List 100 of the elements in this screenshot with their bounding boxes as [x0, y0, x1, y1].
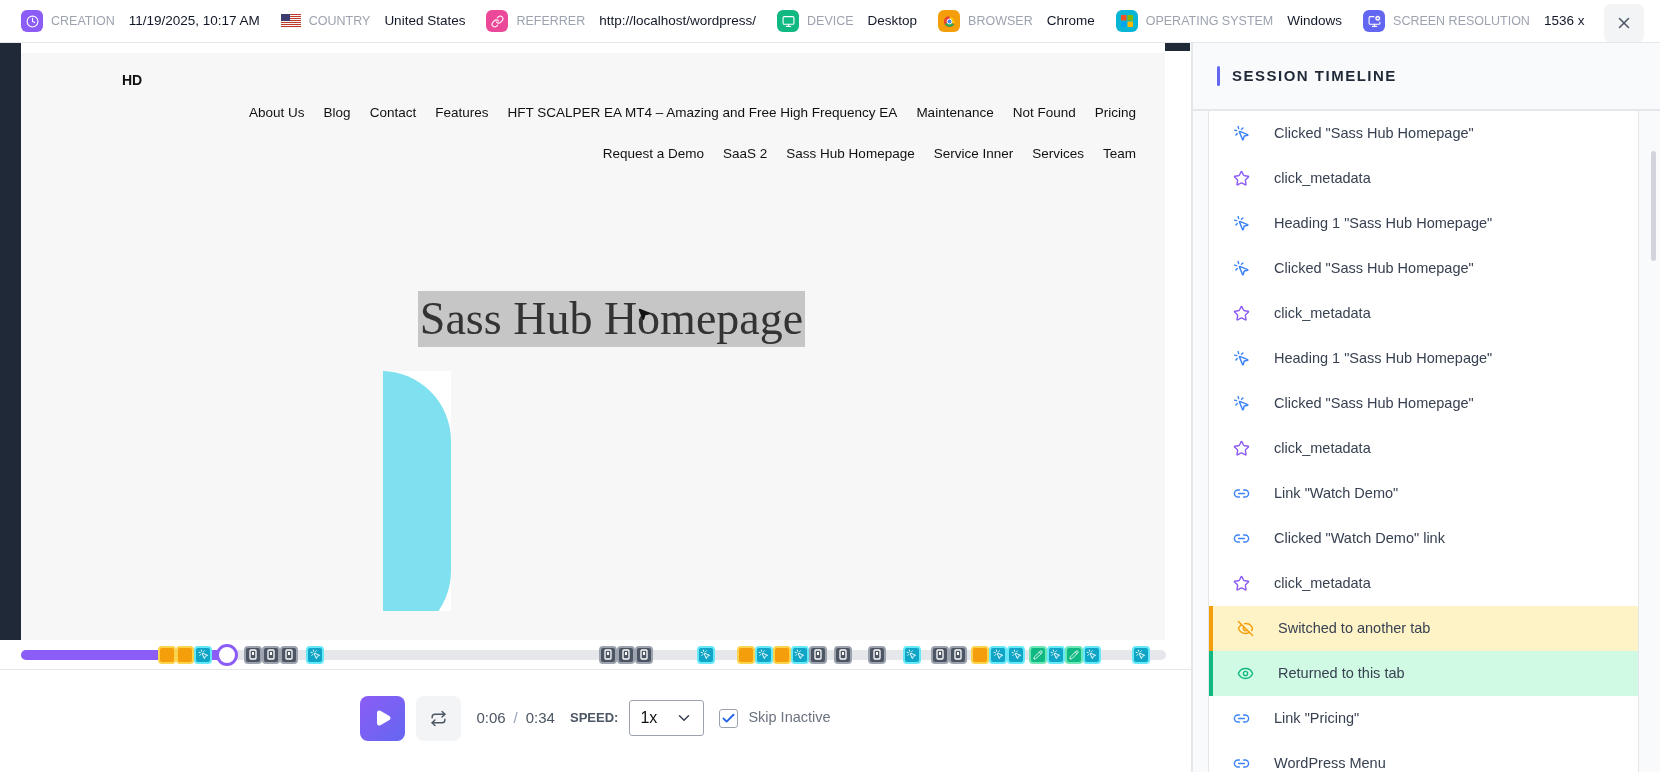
timeline-event[interactable]: click_metadata: [1209, 156, 1638, 201]
info-value: 11/19/2025, 10:17 AM: [128, 11, 260, 30]
timeline-marker[interactable]: [599, 645, 618, 664]
page-heading: Sass Hub Homepage: [417, 290, 806, 347]
cursor-click-icon: [1233, 395, 1250, 412]
cursor-click-icon: [1233, 125, 1250, 142]
rectangle-icon: [954, 649, 963, 660]
total-time: 0:34: [525, 707, 555, 728]
timeline-marker[interactable]: [833, 645, 852, 664]
timeline-marker[interactable]: [194, 645, 213, 664]
timeline-marker[interactable]: [696, 645, 715, 664]
timeline-marker[interactable]: [280, 645, 299, 664]
nav-link[interactable]: Service Inner: [933, 144, 1014, 165]
timeline-marker[interactable]: [736, 645, 755, 664]
info-label: REFERRER: [516, 12, 586, 30]
close-button[interactable]: [1604, 4, 1644, 42]
timeline-event[interactable]: Heading 1 "Sass Hub Homepage": [1209, 336, 1638, 381]
timeline-event[interactable]: Switched to another tab: [1209, 606, 1638, 651]
dark-block: [1165, 43, 1190, 51]
cursor-click-icon: [1233, 215, 1250, 232]
cursor-click-icon: [1050, 649, 1062, 660]
timeline-marker[interactable]: [868, 645, 887, 664]
nav-link[interactable]: Pricing: [1094, 103, 1136, 124]
timeline-event[interactable]: click_metadata: [1209, 561, 1638, 606]
timeline-marker[interactable]: [989, 645, 1008, 664]
timeline-marker[interactable]: [617, 645, 636, 664]
cursor-icon: [637, 307, 651, 321]
timeline-marker[interactable]: [158, 645, 177, 664]
timeline-marker[interactable]: [902, 645, 921, 664]
scrollbar[interactable]: [1651, 151, 1656, 261]
timeline-event[interactable]: click_metadata: [1209, 426, 1638, 471]
progress-thumb[interactable]: [216, 643, 239, 666]
eye-off-icon: [1237, 620, 1254, 637]
timeline-event[interactable]: Link "Pricing": [1209, 696, 1638, 741]
info-value: United States: [384, 11, 466, 30]
cursor-click-icon: [758, 649, 770, 660]
skip-inactive-label: Skip Inactive: [748, 708, 831, 728]
timeline-marker[interactable]: [635, 645, 654, 664]
info-value: Chrome: [1046, 11, 1095, 30]
timeline-marker[interactable]: [244, 645, 263, 664]
nav-link[interactable]: Features: [435, 103, 489, 124]
timeline-event[interactable]: Returned to this tab: [1209, 651, 1638, 696]
timeline-marker[interactable]: [808, 645, 827, 664]
rectangle-icon: [873, 649, 882, 660]
timeline-marker[interactable]: [1131, 645, 1150, 664]
rectangle-icon: [285, 649, 294, 660]
screen-icon: [1363, 10, 1386, 32]
repeat-button[interactable]: [416, 695, 462, 741]
timeline-marker[interactable]: [1082, 645, 1101, 664]
speed-select[interactable]: 1x: [629, 700, 705, 736]
timeline-marker[interactable]: [262, 645, 281, 664]
info-label: SCREEN RESOLUTION: [1393, 12, 1530, 30]
info-value: Windows: [1287, 11, 1343, 30]
cursor-click-icon: [1233, 260, 1250, 277]
timeline-event[interactable]: Clicked "Sass Hub Homepage": [1209, 111, 1638, 156]
rectangle-icon: [936, 649, 945, 660]
timeline-marker[interactable]: [1028, 645, 1047, 664]
nav-link[interactable]: Contact: [369, 103, 417, 124]
timeline-marker[interactable]: [971, 645, 990, 664]
time-separator: /: [513, 707, 518, 728]
play-button[interactable]: [360, 695, 406, 741]
timeline-marker[interactable]: [754, 645, 773, 664]
timeline-marker[interactable]: [1064, 645, 1083, 664]
site-logo: HD: [122, 71, 144, 90]
timeline-event[interactable]: click_metadata: [1209, 291, 1638, 336]
nav-link[interactable]: Blog: [323, 103, 351, 124]
timeline-event[interactable]: Clicked "Watch Demo" link: [1209, 516, 1638, 561]
nav-link[interactable]: Sass Hub Homepage: [786, 144, 915, 165]
timeline-marker[interactable]: [790, 645, 809, 664]
rectangle-icon: [249, 649, 258, 660]
timeline-marker[interactable]: [772, 645, 791, 664]
rectangle-icon: [640, 649, 649, 660]
timeline-event[interactable]: Clicked "Sass Hub Homepage": [1209, 381, 1638, 426]
timeline-track[interactable]: [21, 643, 1166, 666]
nav-link[interactable]: Request a Demo: [602, 144, 705, 165]
nav-link[interactable]: Maintenance: [916, 103, 994, 124]
timeline-marker[interactable]: [931, 645, 950, 664]
timeline-marker[interactable]: [1046, 645, 1065, 664]
star-icon: [1233, 440, 1250, 457]
nav-link[interactable]: SaaS 2: [723, 144, 768, 165]
timeline-marker[interactable]: [176, 645, 195, 664]
timeline-marker[interactable]: [1007, 645, 1026, 664]
timeline-event[interactable]: WordPress Menu: [1209, 741, 1638, 772]
star-icon: [1233, 305, 1250, 322]
timeline-marker[interactable]: [949, 645, 968, 664]
cursor-click-icon: [1135, 649, 1147, 660]
rectangle-icon: [267, 649, 276, 660]
current-time: 0:06: [476, 707, 506, 728]
timeline-marker[interactable]: [306, 645, 325, 664]
nav-link[interactable]: Services: [1032, 144, 1084, 165]
timeline-event[interactable]: Link "Watch Demo": [1209, 471, 1638, 516]
nav-link[interactable]: About Us: [249, 103, 305, 124]
nav-link[interactable]: Team: [1103, 144, 1136, 165]
timeline-event[interactable]: Clicked "Sass Hub Homepage": [1209, 246, 1638, 291]
repeat-icon: [430, 709, 448, 727]
cursor-click-icon: [700, 649, 712, 660]
info-label: BROWSER: [968, 12, 1033, 30]
nav-link[interactable]: HFT SCALPER EA MT4 – Amazing and Free High Frequency EA: [507, 103, 898, 124]
timeline-event[interactable]: Heading 1 "Sass Hub Homepage": [1209, 201, 1638, 246]
nav-link[interactable]: Not Found: [1012, 103, 1076, 124]
